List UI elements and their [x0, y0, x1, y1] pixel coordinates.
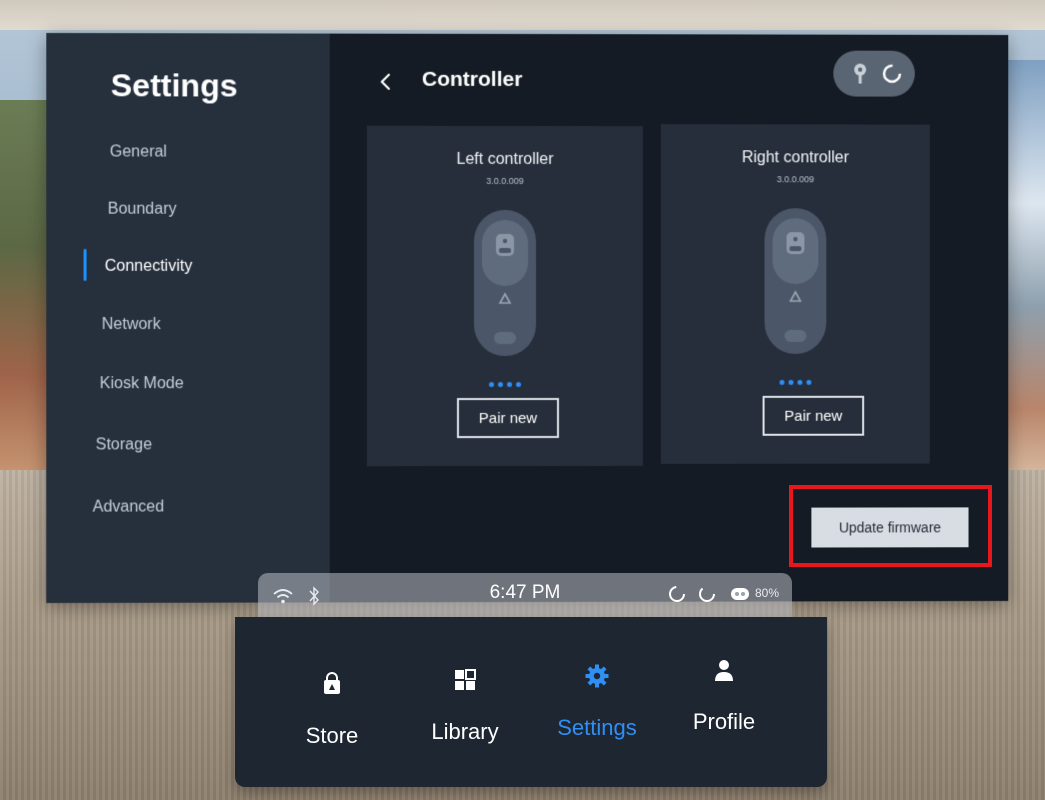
loading-ring-icon [669, 586, 685, 602]
chevron-left-icon [380, 73, 390, 90]
left-controller-version: 3.0.0.009 [486, 175, 524, 186]
controller-key-icon [854, 63, 867, 84]
dock-item-settings[interactable]: Settings [537, 663, 657, 741]
loading-ring-icon [699, 586, 715, 602]
gear-icon [585, 664, 609, 688]
right-controller-version: 3.0.0.009 [776, 174, 815, 185]
sidebar-item-storage[interactable]: Storage [96, 436, 152, 454]
grid-icon [455, 669, 476, 690]
controller-icon [764, 208, 827, 354]
dock-item-library[interactable]: Library [405, 667, 525, 745]
pairing-dots [661, 372, 930, 390]
bottom-dock: Store Library Settings Profile [235, 617, 827, 787]
environment-ceiling [0, 0, 1045, 30]
dock-label-library: Library [431, 719, 499, 744]
dock-label-profile: Profile [692, 709, 756, 734]
left-pair-new-button[interactable]: Pair new [456, 397, 559, 439]
sidebar-item-boundary[interactable]: Boundary [108, 201, 177, 219]
sidebar-item-kiosk-mode[interactable]: Kiosk Mode [100, 375, 184, 393]
person-icon [715, 660, 733, 681]
sidebar-item-connectivity[interactable]: Connectivity [105, 258, 193, 276]
sidebar: Settings General Boundary Connectivity N… [46, 32, 330, 604]
pairing-dots [367, 374, 643, 392]
sidebar-title: Settings [110, 67, 238, 104]
controller-status-pill[interactable] [833, 50, 915, 97]
headset-icon [731, 588, 749, 600]
dock-label-store: Store [305, 723, 359, 748]
dock-status-bar: 6:47 PM 80% [258, 573, 792, 617]
active-indicator [83, 248, 87, 281]
controller-icon [473, 209, 537, 356]
dock-item-profile[interactable]: Profile [664, 657, 784, 735]
right-controller-card: Right controller 3.0.0.009 Pair new [660, 124, 930, 464]
sidebar-item-general[interactable]: General [110, 143, 167, 161]
dock-item-store[interactable]: Store [272, 671, 392, 749]
loading-ring-icon [881, 63, 903, 85]
shopping-bag-icon [324, 672, 340, 694]
left-controller-title: Left controller [456, 150, 554, 169]
battery-level: 80% [755, 586, 780, 600]
dock-label-settings: Settings [557, 715, 637, 740]
sidebar-item-advanced[interactable]: Advanced [93, 498, 165, 516]
page-title: Controller [421, 67, 523, 91]
highlight-annotation [789, 485, 992, 567]
right-controller-title: Right controller [741, 149, 850, 167]
back-button[interactable] [374, 70, 398, 94]
sidebar-item-network[interactable]: Network [102, 316, 161, 334]
right-pair-new-button[interactable]: Pair new [762, 395, 865, 436]
left-controller-card: Left controller 3.0.0.009 Pair new [366, 125, 643, 467]
